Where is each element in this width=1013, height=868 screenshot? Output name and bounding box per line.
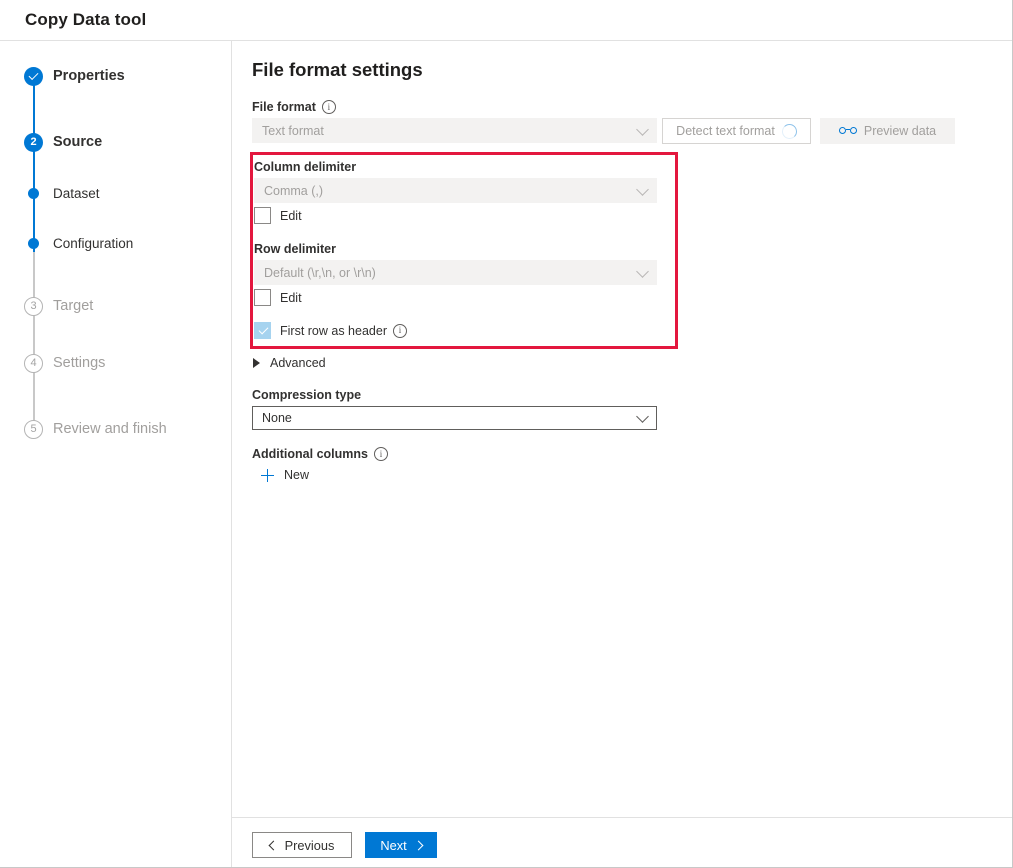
sidebar-item-label: Target: [53, 298, 93, 314]
chevron-down-icon: [636, 265, 649, 278]
wizard-sidebar: Properties 2 Source Dataset Configuratio…: [0, 41, 232, 868]
chevron-down-icon: [636, 183, 649, 196]
step-number-badge: 3: [24, 297, 43, 316]
detect-text-format-button[interactable]: Detect text format: [662, 118, 811, 144]
file-format-label: File format i: [252, 100, 336, 114]
sidebar-item-label: Configuration: [53, 236, 133, 251]
page-title: File format settings: [252, 59, 423, 81]
row-delimiter-edit-checkbox-row[interactable]: Edit: [254, 289, 302, 306]
first-row-as-header-row[interactable]: First row as header i: [254, 322, 407, 339]
sidebar-item-label: Properties: [53, 68, 125, 84]
add-additional-column-label: New: [284, 468, 309, 482]
additional-columns-label: Additional columns i: [252, 447, 388, 461]
row-delimiter-edit-checkbox[interactable]: [254, 289, 271, 306]
spinner-icon: [782, 124, 797, 139]
window-titlebar: Copy Data tool: [0, 0, 1013, 41]
column-delimiter-edit-label: Edit: [280, 209, 302, 223]
step-dot-icon: [28, 188, 39, 199]
first-row-as-header-label: First row as header i: [280, 324, 407, 338]
previous-button[interactable]: Previous: [252, 832, 352, 858]
first-row-as-header-label-text: First row as header: [280, 324, 387, 338]
detect-text-format-label: Detect text format: [676, 124, 775, 138]
triangle-right-icon: [253, 358, 260, 368]
step-dot-icon: [28, 238, 39, 249]
wizard-footer: Previous Next: [232, 818, 1013, 868]
compression-type-label-text: Compression type: [252, 388, 361, 402]
row-delimiter-label: Row delimiter: [254, 242, 336, 256]
file-format-value: Text format: [262, 124, 324, 138]
compression-type-value: None: [262, 411, 292, 425]
column-delimiter-value: Comma (,): [264, 184, 323, 198]
column-delimiter-label-text: Column delimiter: [254, 160, 356, 174]
file-format-label-text: File format: [252, 100, 316, 114]
next-button-label: Next: [380, 838, 406, 853]
preview-data-button[interactable]: Preview data: [820, 118, 955, 144]
step-number-badge: 5: [24, 420, 43, 439]
column-delimiter-edit-checkbox[interactable]: [254, 207, 271, 224]
sidebar-item-label: Source: [53, 134, 102, 150]
column-delimiter-label: Column delimiter: [254, 160, 356, 174]
chevron-down-icon: [636, 123, 649, 136]
step-number-badge: 2: [24, 133, 43, 152]
column-delimiter-dropdown[interactable]: Comma (,): [254, 178, 657, 203]
advanced-disclosure[interactable]: Advanced: [253, 356, 326, 370]
window-title: Copy Data tool: [25, 10, 146, 30]
advanced-label: Advanced: [270, 356, 326, 370]
row-delimiter-value: Default (\r,\n, or \r\n): [264, 266, 376, 280]
sidebar-item-label: Review and finish: [53, 421, 167, 437]
chevron-left-icon: [268, 840, 278, 850]
preview-data-label: Preview data: [864, 124, 936, 138]
main-content-panel: File format settings File format i Text …: [232, 41, 1013, 818]
chevron-right-icon: [413, 840, 423, 850]
compression-type-label: Compression type: [252, 388, 361, 402]
info-icon[interactable]: i: [374, 447, 388, 461]
glasses-icon: [839, 126, 857, 136]
sidebar-item-label: Dataset: [53, 186, 100, 201]
column-delimiter-edit-checkbox-row[interactable]: Edit: [254, 207, 302, 224]
first-row-as-header-checkbox[interactable]: [254, 322, 271, 339]
info-icon[interactable]: i: [322, 100, 336, 114]
step-check-icon: [24, 67, 43, 86]
compression-type-dropdown[interactable]: None: [252, 406, 657, 430]
sidebar-item-label: Settings: [53, 355, 105, 371]
next-button[interactable]: Next: [365, 832, 437, 858]
info-icon[interactable]: i: [393, 324, 407, 338]
row-delimiter-label-text: Row delimiter: [254, 242, 336, 256]
copy-data-tool-window: Copy Data tool Properties 2 Source: [0, 0, 1013, 868]
file-format-dropdown[interactable]: Text format: [252, 118, 657, 143]
additional-columns-label-text: Additional columns: [252, 447, 368, 461]
row-delimiter-dropdown[interactable]: Default (\r,\n, or \r\n): [254, 260, 657, 285]
row-delimiter-edit-label: Edit: [280, 291, 302, 305]
chevron-down-icon: [636, 410, 649, 423]
add-additional-column-button[interactable]: New: [261, 468, 309, 482]
plus-icon: [261, 469, 274, 482]
step-number-badge: 4: [24, 354, 43, 373]
previous-button-label: Previous: [285, 838, 335, 853]
